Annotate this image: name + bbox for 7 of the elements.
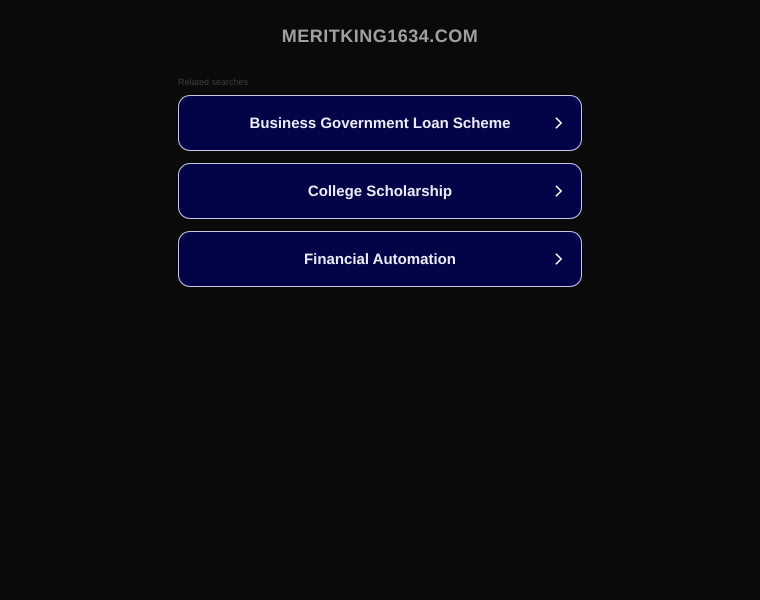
related-search-link[interactable]: College Scholarship: [178, 163, 582, 219]
related-search-link[interactable]: Business Government Loan Scheme: [178, 95, 582, 151]
chevron-icon: [554, 184, 563, 198]
related-search-link[interactable]: Financial Automation: [178, 231, 582, 287]
chevron-icon: [554, 116, 563, 130]
chevron-icon: [554, 252, 563, 266]
site-domain: MERITKING1634.COM: [282, 25, 478, 47]
